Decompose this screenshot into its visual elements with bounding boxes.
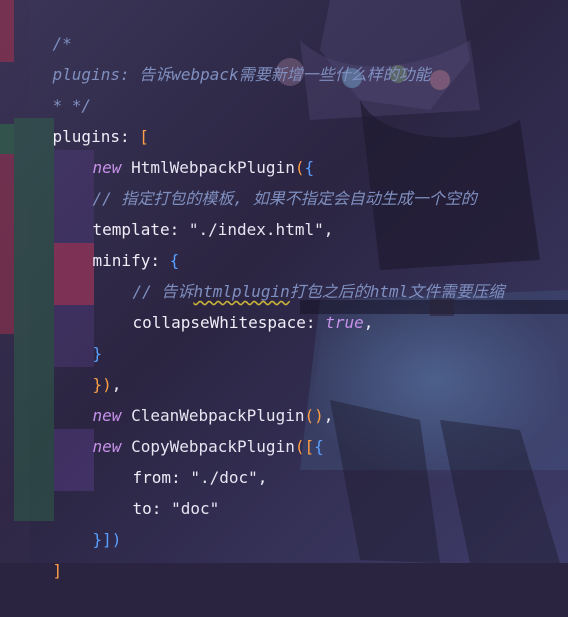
indent-guide-red (0, 154, 14, 334)
comma: , (363, 313, 374, 332)
comma: , (323, 406, 334, 425)
paren: ([ (294, 437, 315, 456)
code-line[interactable]: plugins: [ (14, 90, 149, 146)
code-line[interactable]: collapseWhitespace: true, (94, 276, 374, 332)
code-line[interactable]: } (54, 307, 103, 363)
code-line[interactable]: ] (14, 524, 63, 580)
code-line[interactable]: template: "./index.html", (54, 183, 334, 239)
property-key: collapseWhitespace (132, 313, 306, 332)
code-line[interactable]: /* (14, 0, 72, 53)
open-brace: { (314, 437, 324, 456)
code-line[interactable]: from: "./doc", (94, 431, 268, 487)
code-line[interactable]: // 告诉htmlplugin打包之后的html文件需要压缩 (94, 245, 505, 301)
boolean-value: true (325, 313, 364, 332)
close-bracket: ] (52, 561, 63, 580)
code-line[interactable]: }), (54, 338, 122, 394)
code-line[interactable]: }]) (54, 493, 122, 549)
code-editor[interactable]: /* plugins: 告诉webpack需要新增一些什么样的功能 * */ p… (0, 0, 568, 580)
code-line[interactable]: minify: { (54, 214, 180, 270)
code-line[interactable]: new CleanWebpackPlugin(), (54, 369, 334, 425)
comma: , (257, 468, 268, 487)
code-line[interactable]: to: "doc" (94, 462, 220, 518)
code-line[interactable]: new CopyWebpackPlugin([{ (54, 400, 324, 456)
code-line[interactable]: // 指定打包的模板, 如果不指定会自动生成一个空的 (54, 152, 477, 208)
property-key: to (132, 499, 152, 518)
code-line[interactable]: new HtmlWebpackPlugin({ (54, 121, 315, 177)
comment-text: plugins: 告诉webpack需要新增一些什么样的功能 (52, 65, 431, 84)
code-line[interactable]: plugins: 告诉webpack需要新增一些什么样的功能 (14, 28, 431, 84)
string-value: "doc" (171, 499, 220, 518)
close-bracket: }]) (92, 530, 122, 549)
indent-guide-green (0, 124, 14, 154)
comma: , (323, 220, 334, 239)
code-line[interactable]: * */ (14, 59, 92, 115)
colon: : (151, 499, 172, 518)
indent-guide-red (0, 0, 14, 62)
string-value: "./index.html" (188, 220, 324, 239)
colon: : (305, 313, 326, 332)
